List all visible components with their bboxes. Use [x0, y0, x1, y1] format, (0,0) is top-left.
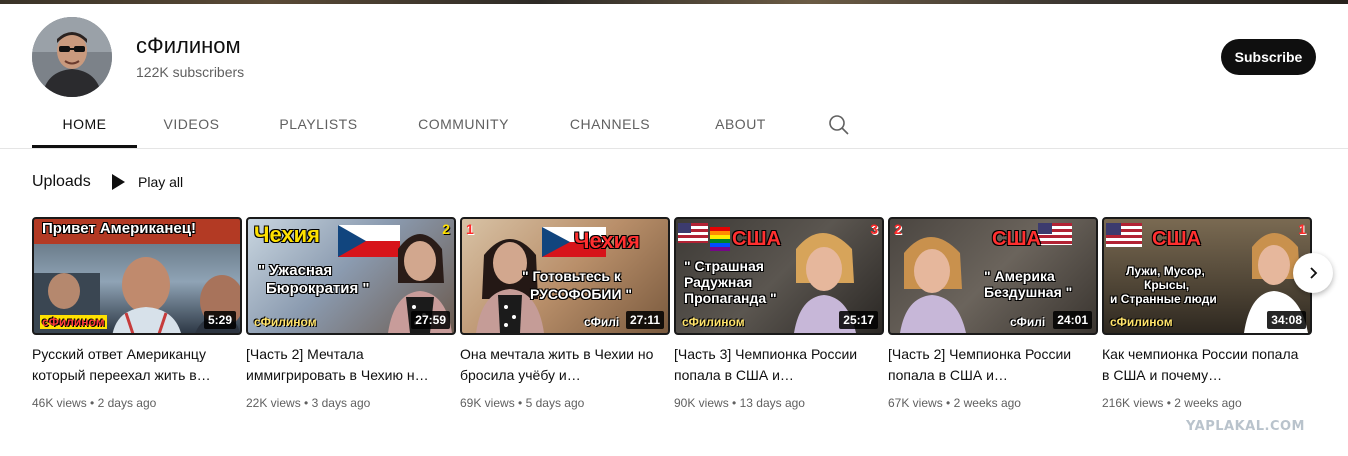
video-duration: 24:01	[1053, 311, 1092, 329]
video-meta: 90K views • 13 days ago	[674, 396, 884, 410]
shelf-next-button[interactable]	[1293, 253, 1333, 293]
video-duration: 25:17	[839, 311, 878, 329]
thumb-subtitle: Пропаганда "	[684, 290, 777, 306]
thumb-brand: сФилі	[1010, 315, 1046, 329]
watermark: YAPLAKAL.COM	[1186, 419, 1305, 434]
channel-avatar[interactable]	[32, 17, 112, 97]
video-meta: 69K views • 5 days ago	[460, 396, 670, 410]
upload-age: 5 days ago	[525, 396, 585, 410]
upload-age: 2 days ago	[97, 396, 157, 410]
thumb-title: Чехия	[574, 228, 640, 253]
view-count: 46K views	[32, 396, 87, 410]
meta-separator: •	[518, 396, 523, 410]
thumb-subtitle: " Америка	[984, 268, 1055, 284]
upload-age: 13 days ago	[739, 396, 805, 410]
view-count: 22K views	[246, 396, 301, 410]
video-title[interactable]: [Часть 2] Чемпионка России попала в США …	[888, 344, 1093, 386]
thumb-title: США	[732, 228, 781, 250]
thumb-subtitle: " Готовьтесь к	[522, 268, 621, 284]
part-badge: 1	[466, 221, 474, 237]
video-meta: 22K views • 3 days ago	[246, 396, 456, 410]
meta-separator: •	[90, 396, 95, 410]
video-meta: 216K views • 2 weeks ago	[1102, 396, 1312, 410]
thumb-subtitle: Бюрократия "	[266, 280, 370, 297]
video-title[interactable]: [Часть 3] Чемпионка России попала в США …	[674, 344, 879, 386]
play-icon	[112, 174, 125, 190]
video-thumbnail[interactable]: Привет Американец! сФилином 5:29	[32, 217, 242, 335]
thumb-subtitle: Бездушная "	[984, 284, 1073, 300]
subscriber-count: 122K subscribers	[136, 64, 245, 80]
thumb-title: США	[992, 228, 1041, 250]
video-thumbnail[interactable]: 3 США " Страшная Радужная Пропаганда " с…	[674, 217, 884, 335]
tab-about[interactable]: ABOUT	[684, 100, 797, 148]
shelf-title[interactable]: Uploads	[32, 173, 91, 191]
thumb-subtitle: Радужная	[684, 274, 753, 290]
video-duration: 27:59	[411, 311, 450, 329]
search-icon[interactable]	[828, 114, 850, 136]
thumb-brand: сФилином	[40, 315, 107, 329]
meta-separator: •	[304, 396, 309, 410]
meta-separator: •	[732, 396, 737, 410]
thumb-brand: сФилі	[584, 315, 620, 329]
play-all-label: Play all	[138, 174, 184, 190]
channel-tabs: HOME VIDEOS PLAYLISTS COMMUNITY CHANNELS…	[32, 100, 797, 148]
video-duration: 34:08	[1267, 311, 1306, 329]
thumb-subtitle: РУСОФОБИИ "	[530, 286, 633, 302]
thumb-subtitle: и Странные люди	[1110, 292, 1217, 306]
video-meta: 46K views • 2 days ago	[32, 396, 242, 410]
video-meta: 67K views • 2 weeks ago	[888, 396, 1098, 410]
upload-age: 3 days ago	[311, 396, 371, 410]
video-card[interactable]: 1 США Лужи, Мусор, Крысы, и Странные люд…	[1102, 217, 1312, 410]
video-card[interactable]: 3 США " Страшная Радужная Пропаганда " с…	[674, 217, 884, 410]
view-count: 90K views	[674, 396, 729, 410]
video-title[interactable]: [Часть 2] Мечтала иммигрировать в Чехию …	[246, 344, 451, 386]
video-card[interactable]: Привет Американец! сФилином 5:29 Русский…	[32, 217, 242, 410]
video-card[interactable]: 1 Чехия " Готовьтесь к РУСОФОБИИ " сФилі…	[460, 217, 670, 410]
video-title[interactable]: Русский ответ Американцу который перееха…	[32, 344, 237, 386]
tab-channels[interactable]: CHANNELS	[536, 100, 684, 148]
channel-name: сФилином	[136, 33, 241, 58]
upload-age: 2 weeks ago	[1174, 396, 1242, 410]
thumb-brand: сФилином	[1110, 315, 1173, 329]
thumb-subtitle: " Страшная	[684, 258, 764, 274]
thumb-subtitle: " Ужасная	[258, 262, 333, 279]
video-duration: 5:29	[203, 311, 236, 329]
thumb-brand: сФилином	[682, 315, 745, 329]
video-thumbnail[interactable]: 2 США " Америка Бездушная " сФилі 24:01	[888, 217, 1098, 335]
view-count: 69K views	[460, 396, 515, 410]
video-title[interactable]: Как чемпионка России попала в США и поче…	[1102, 344, 1307, 386]
video-card[interactable]: 2 США " Америка Бездушная " сФилі 24:01 …	[888, 217, 1098, 410]
meta-separator: •	[946, 396, 951, 410]
upload-age: 2 weeks ago	[953, 396, 1021, 410]
thumb-brand: сФилином	[254, 315, 317, 329]
tabs-divider	[0, 148, 1348, 149]
tab-videos[interactable]: VIDEOS	[137, 100, 246, 148]
thumb-title: Привет Американец!	[42, 220, 196, 237]
part-badge: 2	[442, 221, 450, 237]
video-thumbnail[interactable]: Чехия " Ужасная Бюрократия " 2 сФилином …	[246, 217, 456, 335]
play-all-button[interactable]: Play all	[110, 170, 183, 194]
subscribe-button[interactable]: Subscribe	[1221, 39, 1316, 75]
video-thumbnail[interactable]: 1 Чехия " Готовьтесь к РУСОФОБИИ " сФилі…	[460, 217, 670, 335]
view-count: 216K views	[1102, 396, 1164, 410]
thumb-subtitle: Крысы,	[1144, 278, 1190, 292]
chevron-right-icon	[1310, 267, 1318, 279]
video-title[interactable]: Она мечтала жить в Чехии но бросила учёб…	[460, 344, 665, 386]
video-card[interactable]: Чехия " Ужасная Бюрократия " 2 сФилином …	[246, 217, 456, 410]
video-duration: 27:11	[625, 311, 664, 329]
tab-playlists[interactable]: PLAYLISTS	[246, 100, 391, 148]
view-count: 67K views	[888, 396, 943, 410]
part-badge: 2	[894, 221, 902, 237]
thumb-title: Чехия	[254, 222, 320, 247]
tab-home[interactable]: HOME	[32, 100, 137, 148]
banner-strip	[0, 0, 1348, 4]
part-badge: 3	[870, 221, 878, 237]
meta-separator: •	[1166, 396, 1171, 410]
tab-community[interactable]: COMMUNITY	[391, 100, 536, 148]
thumb-subtitle: Лужи, Мусор,	[1126, 264, 1205, 278]
thumb-title: США	[1152, 228, 1201, 250]
video-thumbnail[interactable]: 1 США Лужи, Мусор, Крысы, и Странные люд…	[1102, 217, 1312, 335]
part-badge: 1	[1298, 221, 1306, 237]
